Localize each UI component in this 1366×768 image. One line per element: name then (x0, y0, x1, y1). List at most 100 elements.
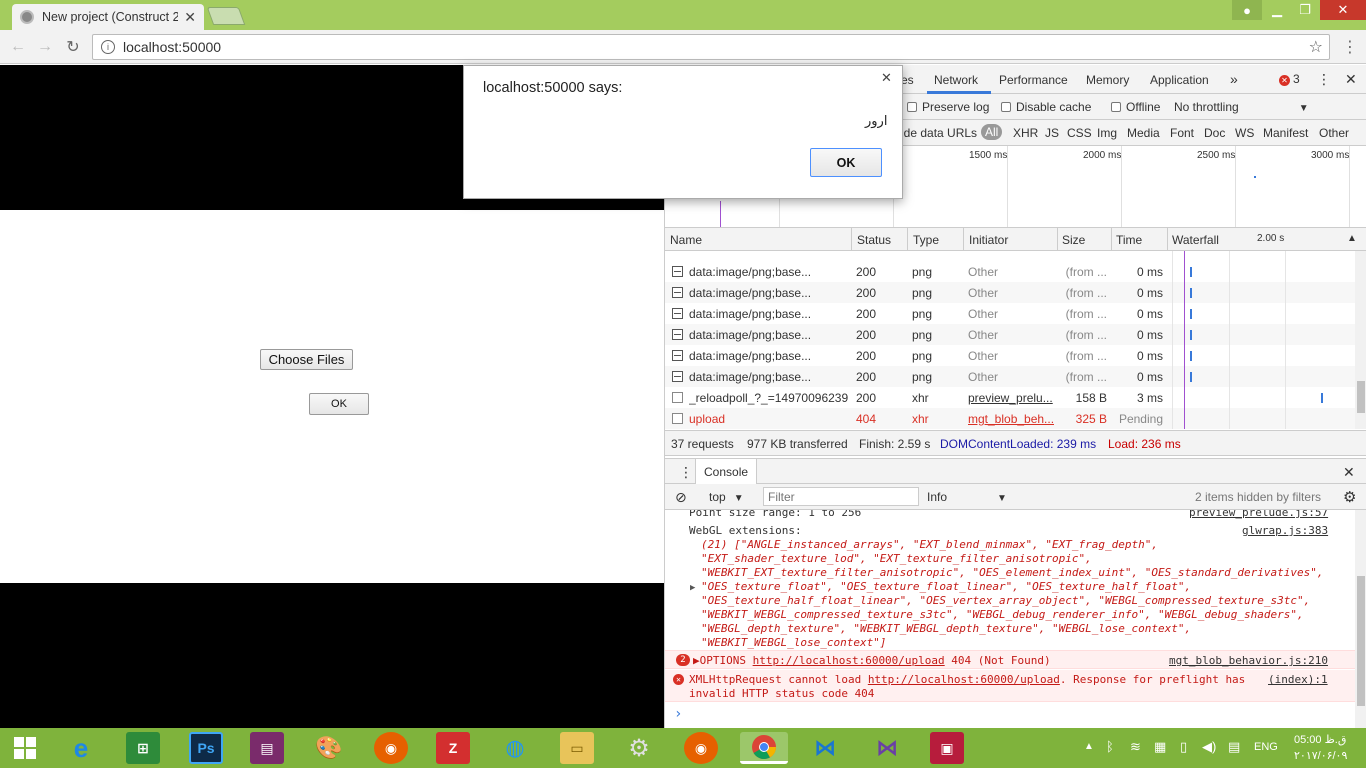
drawer-tab-console[interactable]: Console (695, 459, 758, 485)
preserve-log-checkbox[interactable]: Preserve log (907, 100, 989, 114)
error-counter[interactable]: ✕ 3 (1279, 72, 1300, 86)
page-ok-button[interactable]: OK (309, 393, 369, 415)
filter-css[interactable]: CSS (1067, 126, 1092, 140)
expand-triangle-icon[interactable]: ▶ (690, 583, 695, 593)
table-row[interactable]: data:image/png;base... 200 png Other (from .… (665, 282, 1355, 303)
browser-tab-active[interactable]: New project (Construct 2 ✕ (12, 4, 204, 30)
reload-icon[interactable]: ↻ (63, 37, 83, 57)
address-bar[interactable]: i localhost:50000 ☆ (92, 34, 1330, 60)
clear-console-icon[interactable]: ⊘ (675, 489, 687, 506)
forward-arrow-icon[interactable]: → (35, 37, 55, 57)
clock-time[interactable]: 05:00 ق.ظ (1294, 733, 1346, 746)
chrome-icon[interactable] (740, 732, 788, 764)
console-settings-gear-icon[interactable]: ⚙ (1343, 488, 1356, 506)
webgl-extensions-array[interactable]: (21) ["ANGLE_instanced_arrays", "EXT_ble… (701, 538, 1324, 650)
filter-img[interactable]: Img (1097, 126, 1117, 140)
bookmark-star-icon[interactable]: ☆ (1309, 37, 1323, 57)
settings-gear-icon[interactable]: ⚙ (622, 732, 656, 764)
clock-date[interactable]: ۲۰۱۷/۰۶/۰۹ (1294, 749, 1347, 762)
col-status[interactable]: Status (857, 233, 891, 247)
console-scrollbar[interactable] (1355, 510, 1366, 728)
console-filter-input[interactable] (763, 487, 919, 506)
globe-icon[interactable]: ◍ (498, 732, 532, 764)
firefox-2-icon[interactable]: ◉ (684, 732, 718, 764)
window-close-icon[interactable]: ✕ (1320, 0, 1366, 20)
log-level-select[interactable]: Info ▼ (927, 490, 1007, 504)
table-row[interactable]: _reloadpoll_?_=14970096239... 200 xhr previ… (665, 387, 1355, 408)
battery-icon[interactable]: ▯ (1180, 739, 1187, 755)
filter-manifest[interactable]: Manifest (1263, 126, 1308, 140)
devtools-close-icon[interactable]: ✕ (1345, 71, 1357, 88)
winrar-icon[interactable]: ▤ (250, 732, 284, 764)
chrome-menu-icon[interactable]: ⋮ (1340, 37, 1360, 57)
more-tabs-icon[interactable]: » (1230, 71, 1238, 87)
sort-up-icon[interactable]: ▲ (1347, 233, 1357, 244)
tray-app-icon[interactable]: ≋ (1130, 739, 1141, 755)
table-row[interactable]: data:image/png;base... 200 png Other (from .… (665, 261, 1355, 282)
context-select[interactable]: top ▼ (709, 490, 744, 504)
col-type[interactable]: Type (913, 233, 939, 247)
filter-ws[interactable]: WS (1235, 126, 1254, 140)
filter-doc[interactable]: Doc (1204, 126, 1225, 140)
table-row[interactable]: upload 404 xhr mgt_blob_beh... 325 B Pending (665, 408, 1355, 429)
photoshop-icon[interactable]: Ps (189, 732, 223, 764)
volume-icon[interactable]: ◀) (1202, 739, 1216, 755)
col-name[interactable]: Name (670, 233, 702, 247)
throttling-select[interactable]: No throttling ▼ (1174, 100, 1309, 114)
tab-application[interactable]: Application (1150, 73, 1209, 87)
error2-url[interactable]: http://localhost:60000/upload (868, 673, 1060, 686)
file-explorer-icon[interactable]: ▭ (560, 732, 594, 764)
devtools-menu-icon[interactable]: ⋮ (1317, 71, 1331, 88)
restore-icon[interactable]: ❐ (1290, 0, 1320, 20)
back-arrow-icon[interactable]: ← (8, 37, 28, 57)
drawer-close-icon[interactable]: ✕ (1343, 464, 1355, 481)
firefox-icon[interactable]: ◉ (374, 732, 408, 764)
profile-icon[interactable]: ● (1232, 0, 1262, 20)
dialog-close-icon[interactable]: ✕ (881, 70, 892, 86)
col-size[interactable]: Size (1062, 233, 1085, 247)
error1-src-link[interactable]: mgt_blob_behavior.js:210 (1169, 654, 1328, 667)
drawer-menu-icon[interactable]: ⋮ (679, 464, 693, 481)
language-indicator[interactable]: ENG (1254, 741, 1278, 753)
new-tab-button[interactable] (206, 7, 246, 25)
filter-font[interactable]: Font (1170, 126, 1194, 140)
visual-studio-code-icon[interactable]: ⋈ (808, 732, 842, 764)
filter-media[interactable]: Media (1127, 126, 1160, 140)
table-row[interactable]: data:image/png;base... 200 png Other (from .… (665, 324, 1355, 345)
tab-memory[interactable]: Memory (1086, 73, 1129, 87)
console-src-link[interactable]: preview_prelude.js:57 (1189, 510, 1328, 519)
filter-other[interactable]: Other (1319, 126, 1349, 140)
network-scrollbar[interactable] (1355, 251, 1366, 429)
tab-performance[interactable]: Performance (999, 73, 1068, 87)
windows-start-icon[interactable] (8, 732, 42, 764)
col-waterfall[interactable]: Waterfall (1172, 233, 1219, 247)
console-prompt[interactable]: › (674, 706, 682, 722)
choose-files-button[interactable]: Choose Files (260, 349, 353, 370)
network-icon[interactable]: ▦ (1154, 739, 1166, 755)
error1-text[interactable]: ▶OPTIONS http://localhost:60000/upload 4… (693, 654, 1051, 667)
tray-expand-icon[interactable]: ▲ (1084, 741, 1094, 752)
bluetooth-icon[interactable]: ᛒ (1106, 739, 1114, 754)
table-row[interactable]: data:image/png;base... 200 png Other (from .… (665, 345, 1355, 366)
zend-studio-icon[interactable]: Z (436, 732, 470, 764)
internet-explorer-icon[interactable]: e (64, 732, 98, 764)
filter-xhr[interactable]: XHR (1013, 126, 1038, 140)
col-time[interactable]: Time (1116, 233, 1142, 247)
tab-close-icon[interactable]: ✕ (184, 9, 196, 26)
tab-network[interactable]: Network (934, 73, 978, 87)
webgl-src-link[interactable]: glwrap.js:383 (1242, 524, 1328, 537)
media-app-icon[interactable]: ▣ (930, 732, 964, 764)
error2-src-link[interactable]: (index):1 (1268, 673, 1328, 686)
visual-studio-icon[interactable]: ⋈ (870, 732, 904, 764)
paint-palette-icon[interactable]: 🎨 (312, 732, 346, 764)
minimize-icon[interactable]: ▁ (1262, 0, 1292, 20)
disable-cache-checkbox[interactable]: Disable cache (1001, 100, 1091, 114)
keyboard-icon[interactable]: ▤ (1228, 739, 1240, 755)
offline-checkbox[interactable]: Offline (1111, 100, 1160, 114)
filter-all[interactable]: All (981, 124, 1003, 140)
col-initiator[interactable]: Initiator (969, 233, 1008, 247)
store-icon[interactable]: ⊞ (126, 732, 160, 764)
filter-js[interactable]: JS (1045, 126, 1059, 140)
table-row[interactable]: data:image/png;base... 200 png Other (from .… (665, 303, 1355, 324)
error1-url[interactable]: http://localhost:60000/upload (753, 654, 945, 667)
